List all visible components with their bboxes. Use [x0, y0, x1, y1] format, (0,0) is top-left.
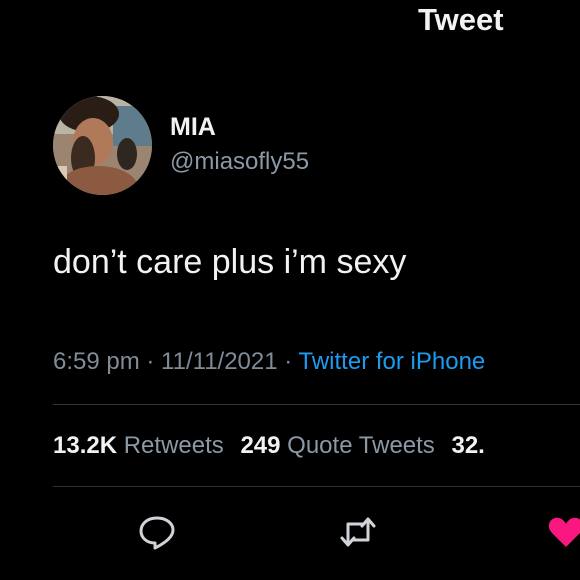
tweet-date[interactable]: 11/11/2021	[161, 348, 278, 375]
avatar[interactable]	[53, 96, 152, 195]
tweet-header-title: Tweet	[418, 2, 504, 37]
divider-top	[53, 404, 580, 405]
like-icon[interactable]	[546, 512, 580, 552]
tweet-meta: 6:59 pm · 11/11/2021 · Twitter for iPhon…	[53, 348, 485, 376]
quote-tweets-count: 249	[240, 432, 281, 459]
meta-separator: ·	[277, 348, 299, 375]
divider-bottom	[53, 486, 580, 487]
tweet-stats: 13.2K Retweets 249 Quote Tweets 32.	[53, 432, 485, 460]
quote-tweets-stat[interactable]: 249 Quote Tweets	[240, 432, 441, 459]
tweet-text: don’t care plus i’m sexy	[53, 243, 407, 281]
tweet-source[interactable]: Twitter for iPhone	[299, 348, 486, 375]
reply-icon[interactable]	[137, 512, 177, 552]
user-handle[interactable]: @miasofly55	[170, 148, 309, 176]
meta-separator: ·	[139, 348, 162, 375]
tweet-author: MIA @miasofly55	[170, 113, 309, 176]
retweet-icon[interactable]	[338, 512, 378, 552]
quote-tweets-label: Quote Tweets	[287, 432, 435, 459]
retweets-count: 13.2K	[53, 432, 118, 459]
tweet-time[interactable]: 6:59 pm	[53, 348, 140, 375]
retweets-stat[interactable]: 13.2K Retweets	[53, 432, 230, 459]
likes-count: 32.	[451, 432, 485, 459]
display-name[interactable]: MIA	[170, 113, 309, 141]
likes-stat[interactable]: 32.	[451, 432, 484, 459]
retweets-label: Retweets	[123, 432, 224, 459]
